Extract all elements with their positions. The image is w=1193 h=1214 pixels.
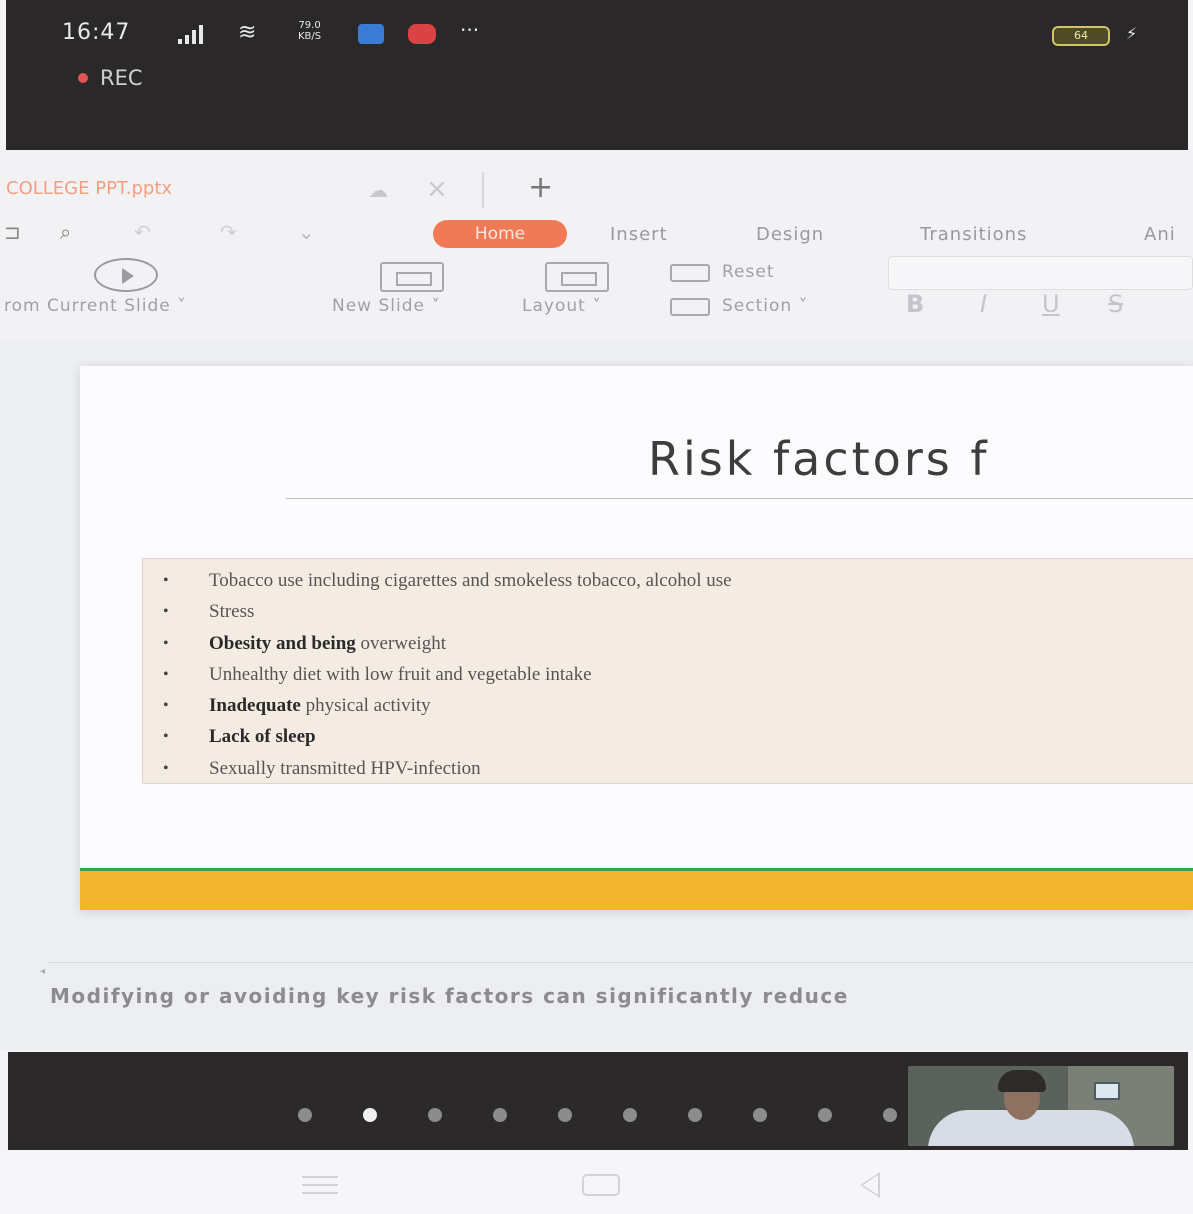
slide-orange-band: [80, 871, 1193, 910]
section-button[interactable]: Section ˅: [722, 296, 808, 316]
save-icon[interactable]: ⊐: [4, 220, 21, 244]
customize-chevron-down-icon[interactable]: ⌄: [298, 220, 315, 244]
play-icon[interactable]: [94, 258, 158, 292]
list-item: Sexually transmitted HPV-infection: [163, 753, 1193, 784]
tab-design[interactable]: Design: [756, 224, 824, 245]
page-dot[interactable]: [363, 1108, 377, 1122]
net-speed-value: 79.0: [298, 20, 321, 31]
list-item: Stress: [163, 596, 1193, 627]
phone-status-bar: 16:47 ≋ 79.0 KB/S ··· 64 ⚡ REC: [6, 0, 1188, 150]
bullet-bold-text: Inadequate: [209, 695, 301, 717]
title-divider: [286, 498, 1193, 499]
redo-icon[interactable]: ↷: [220, 220, 237, 244]
more-notifications-icon: ···: [460, 18, 480, 42]
participant-video[interactable]: [908, 1066, 1174, 1146]
youtube-icon: [408, 24, 436, 44]
page-dot[interactable]: [883, 1108, 897, 1122]
layout-button[interactable]: Layout ˅: [522, 296, 602, 316]
new-tab-button[interactable]: +: [528, 170, 553, 205]
page-dot[interactable]: [558, 1108, 572, 1122]
bullet-list[interactable]: Tobacco use including cigarettes and smo…: [142, 558, 1193, 784]
reset-button[interactable]: Reset: [722, 262, 775, 282]
bullet-text: physical activity: [300, 695, 431, 717]
section-icon[interactable]: [670, 298, 710, 316]
bullet-text: overweight: [355, 632, 446, 654]
list-item: Tobacco use including cigarettes and smo…: [163, 565, 1193, 596]
bullet-bold-text: Obesity and being: [209, 632, 356, 654]
new-slide-button[interactable]: New Slide ˅: [332, 296, 441, 316]
page-dot[interactable]: [493, 1108, 507, 1122]
italic-button[interactable]: I: [980, 290, 987, 318]
bullet-text: Sexually transmitted HPV-infection: [209, 757, 481, 779]
list-item: Obesity and being overweight: [163, 628, 1193, 659]
strikethrough-button[interactable]: S: [1108, 290, 1123, 318]
participant-hair: [998, 1070, 1046, 1092]
speaker-notes[interactable]: Modifying or avoiding key risk factors c…: [50, 984, 849, 1008]
page-dot[interactable]: [428, 1108, 442, 1122]
underline-button[interactable]: U: [1042, 290, 1060, 318]
from-current-slide-button[interactable]: rom Current Slide ˅: [4, 296, 187, 316]
page-dot[interactable]: [623, 1108, 637, 1122]
bullet-text: Tobacco use including cigarettes and smo…: [209, 570, 732, 591]
new-slide-icon[interactable]: [380, 262, 444, 292]
bullet-text: Stress: [209, 601, 255, 623]
tab-insert[interactable]: Insert: [610, 224, 668, 245]
charging-icon: ⚡: [1126, 24, 1138, 43]
bold-button[interactable]: B: [906, 290, 924, 318]
page-indicator[interactable]: [298, 1108, 897, 1122]
page-dot[interactable]: [818, 1108, 832, 1122]
scroll-left-icon[interactable]: ◂: [40, 966, 45, 977]
status-row: 16:47 ≋ 79.0 KB/S ··· 64 ⚡: [62, 18, 1162, 52]
bullet-text: Unhealthy diet with low fruit and vegeta…: [209, 663, 592, 685]
slide-title[interactable]: Risk factors f: [648, 432, 990, 486]
net-speed: 79.0 KB/S: [298, 20, 321, 42]
bullet-bold-text: Lack of sleep: [209, 726, 316, 748]
slide-canvas: Risk factors f Tobacco use including cig…: [0, 340, 1193, 1050]
page-dot[interactable]: [753, 1108, 767, 1122]
document-tab-title[interactable]: COLLEGE PPT.pptx: [6, 178, 172, 199]
battery-icon: 64: [1052, 26, 1110, 46]
tab-divider: [482, 172, 484, 208]
page-dot[interactable]: [298, 1108, 312, 1122]
list-item: Inadequate physical activity: [163, 690, 1193, 721]
reset-icon[interactable]: [670, 264, 710, 282]
print-preview-icon[interactable]: ⌕: [60, 220, 71, 244]
tab-transitions[interactable]: Transitions: [920, 224, 1027, 245]
cloud-icon[interactable]: ☁: [368, 178, 388, 202]
slide[interactable]: Risk factors f Tobacco use including cig…: [80, 366, 1193, 910]
list-item: Lack of sleep: [163, 721, 1193, 752]
back-icon[interactable]: [860, 1172, 880, 1198]
record-dot-icon: [78, 73, 88, 83]
signal-icon: [178, 24, 203, 44]
menu-icon[interactable]: [302, 1176, 338, 1194]
font-name-field[interactable]: [888, 256, 1193, 290]
page-dot[interactable]: [688, 1108, 702, 1122]
tab-home[interactable]: Home: [433, 220, 567, 248]
layout-icon[interactable]: [545, 262, 609, 292]
recording-label: REC: [100, 66, 143, 90]
telegram-icon: [358, 24, 384, 44]
list-item: Unhealthy diet with low fruit and vegeta…: [163, 659, 1193, 690]
wifi-icon: ≋: [238, 20, 257, 45]
navigation-bar: [0, 1150, 1193, 1214]
undo-icon[interactable]: ↶: [134, 220, 151, 244]
tab-animations[interactable]: Ani: [1144, 224, 1176, 245]
home-icon[interactable]: [582, 1174, 620, 1196]
meeting-strip: [8, 1052, 1188, 1150]
wall-frame: [1094, 1082, 1120, 1100]
horizontal-scrollbar[interactable]: [48, 962, 1193, 974]
close-icon[interactable]: ×: [426, 174, 448, 204]
recording-indicator: REC: [78, 66, 143, 90]
clock: 16:47: [62, 20, 131, 45]
app-toolbar: COLLEGE PPT.pptx ☁ × + ⊐ ⌕ ↶ ↷ ⌄ Home In…: [0, 150, 1193, 340]
net-speed-unit: KB/S: [298, 31, 322, 42]
